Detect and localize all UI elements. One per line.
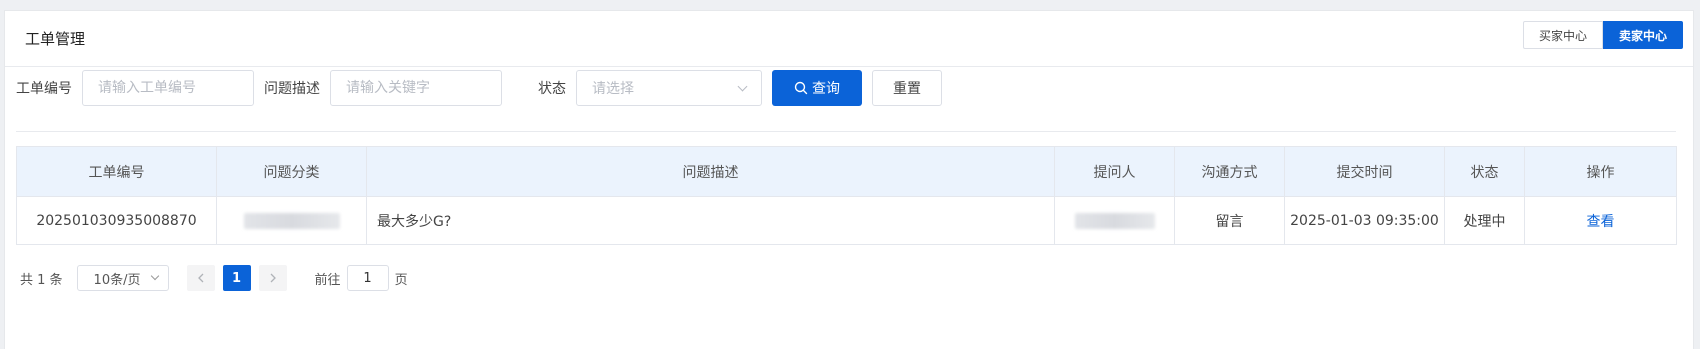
- chevron-down-icon: [737, 81, 748, 91]
- channel-cell: 留言: [1174, 196, 1285, 245]
- table-header-row: 工单编号 问题分类 问题描述 提问人 沟通方式 提交时间 状态 操作: [16, 146, 1677, 197]
- search-icon: [794, 81, 808, 95]
- description-input[interactable]: [330, 70, 502, 106]
- buyer-center-button[interactable]: 买家中心: [1522, 21, 1603, 49]
- query-button[interactable]: 查询: [772, 70, 862, 106]
- status-cell: 处理中: [1444, 196, 1525, 245]
- status-select-placeholder: 请选择: [592, 81, 634, 97]
- category-cell: [216, 196, 367, 245]
- column-header: 工单编号: [16, 146, 217, 197]
- column-header: 操作: [1524, 146, 1677, 197]
- action-cell: 查看: [1524, 196, 1677, 245]
- column-header: 状态: [1444, 146, 1525, 197]
- chevron-down-icon: [150, 271, 159, 281]
- ticket-no-cell: 202501030935008870: [16, 196, 217, 245]
- card-header: 工单管理: [5, 11, 1693, 67]
- column-header: 问题描述: [366, 146, 1055, 197]
- search-bar: 工单编号 问题描述 状态 请选择 查询 重置: [16, 70, 942, 106]
- total-count: 共 1 条: [20, 272, 63, 288]
- goto-page-input[interactable]: [346, 265, 389, 291]
- redacted-asker: [1074, 212, 1155, 229]
- prev-page-button[interactable]: [186, 265, 215, 291]
- description-cell: 最大多少G?: [366, 196, 1055, 245]
- chevron-right-icon: [270, 273, 276, 283]
- submitted-at-cell: 2025-01-03 09:35:00: [1284, 196, 1445, 245]
- reset-button[interactable]: 重置: [872, 70, 942, 106]
- redacted-category: [243, 212, 340, 229]
- chevron-left-icon: [197, 273, 204, 283]
- ticket-no-label: 工单编号: [16, 81, 72, 97]
- status-label: 状态: [538, 81, 566, 97]
- column-header: 沟通方式: [1174, 146, 1285, 197]
- table-row: 202501030935008870 最大多少G? 留言 2025-01-03 …: [16, 196, 1677, 245]
- view-link[interactable]: 查看: [1587, 214, 1615, 230]
- query-button-label: 查询: [812, 80, 840, 96]
- column-header: 问题分类: [216, 146, 367, 197]
- page-number-button[interactable]: 1: [222, 265, 251, 291]
- role-switch: 买家中心 卖家中心: [1522, 21, 1683, 49]
- status-select[interactable]: 请选择: [576, 70, 762, 106]
- ticket-no-input[interactable]: [82, 70, 254, 106]
- page-size-select[interactable]: 10条/页: [76, 265, 169, 291]
- seller-center-button[interactable]: 卖家中心: [1602, 21, 1683, 49]
- next-page-button[interactable]: [258, 265, 287, 291]
- page-unit-label: 页: [394, 272, 408, 288]
- column-header: 提问人: [1054, 146, 1175, 197]
- page-title: 工单管理: [25, 30, 86, 48]
- asker-cell: [1054, 196, 1175, 245]
- pagination: 共 1 条 10条/页 1 前往 页: [20, 265, 408, 291]
- divider: [16, 131, 1676, 132]
- description-label: 问题描述: [264, 81, 320, 97]
- goto-label: 前往: [314, 272, 341, 288]
- column-header: 提交时间: [1284, 146, 1445, 197]
- ticket-table: 工单编号 问题分类 问题描述 提问人 沟通方式 提交时间 状态 操作 20250…: [16, 146, 1677, 245]
- page-size-value: 10条/页: [93, 272, 141, 288]
